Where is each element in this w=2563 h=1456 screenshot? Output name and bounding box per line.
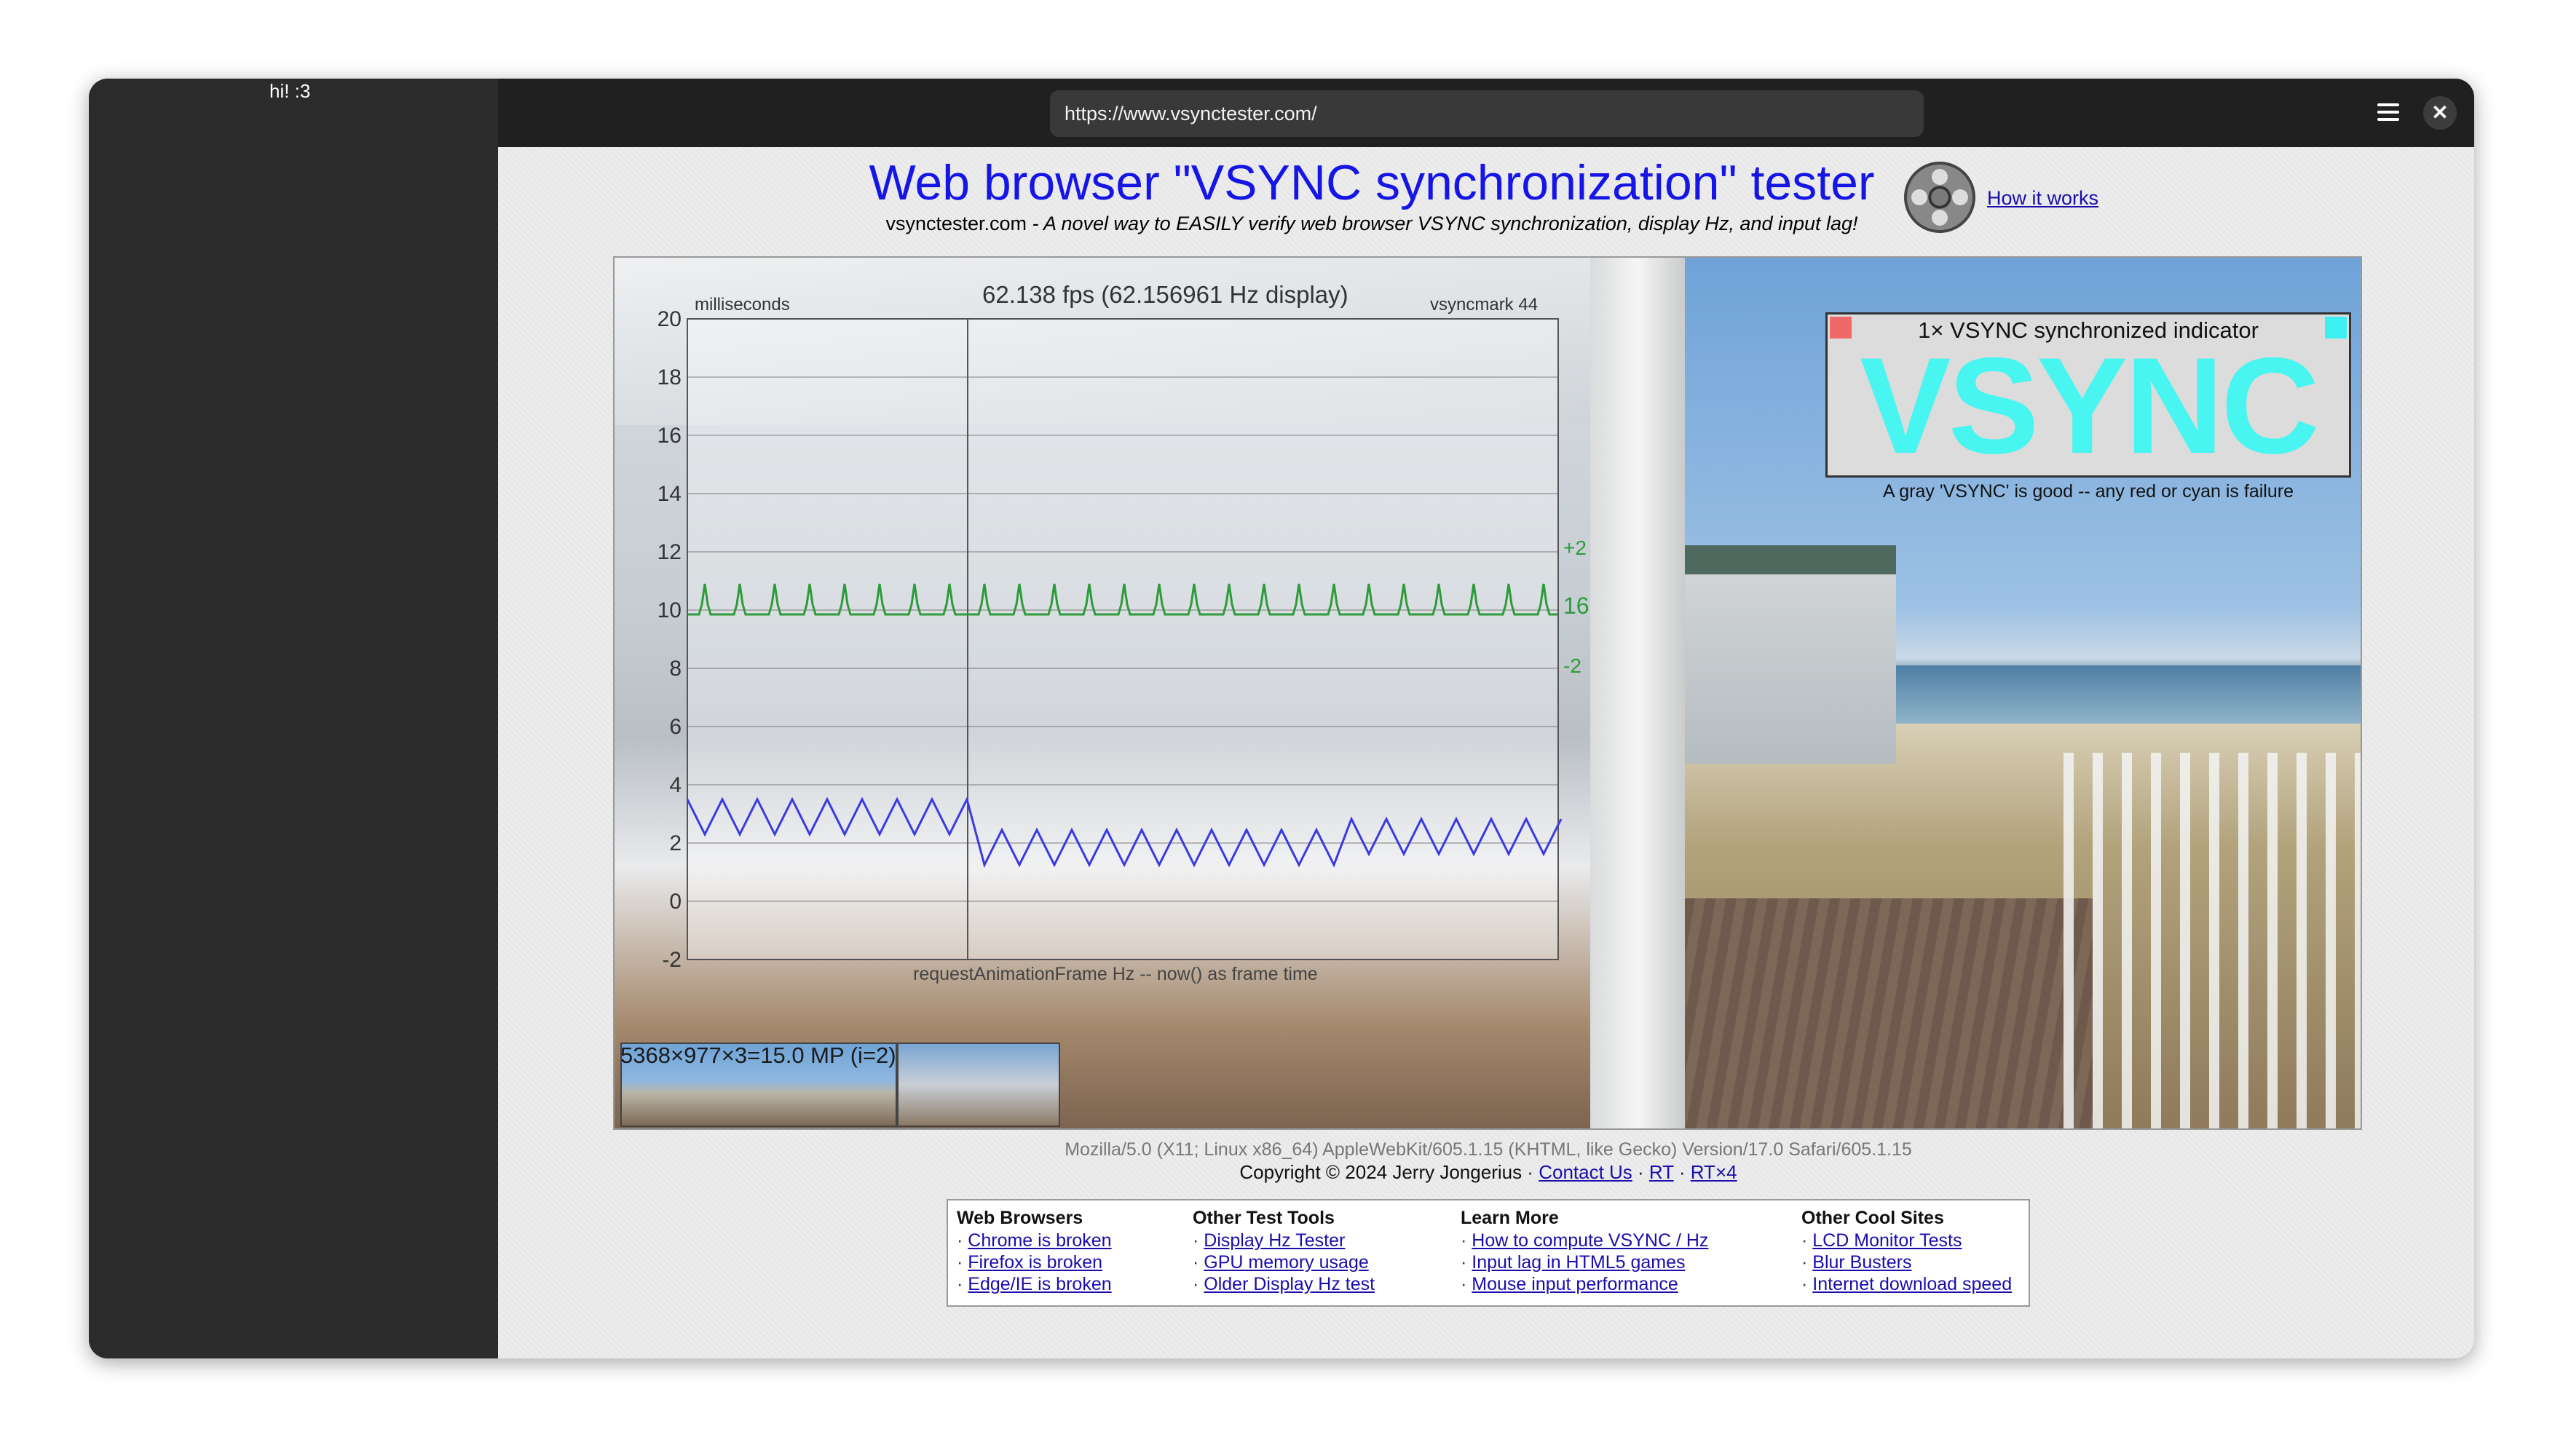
browser-window: hi! :3 https://www.vsynctester.com/ ✕ We… bbox=[89, 79, 2474, 1358]
column-heading: Web Browsers bbox=[957, 1208, 1083, 1228]
y-tick-label: 20 bbox=[657, 307, 682, 331]
graph-y-ticks: 20181614121086420-2 bbox=[657, 307, 682, 972]
green-plus-label: +2 bbox=[1563, 537, 1587, 559]
y-tick-label: 10 bbox=[657, 598, 682, 622]
web-browsers-column: Web Browsers · Chrome is broken · Firefo… bbox=[957, 1208, 1112, 1294]
column-heading: Learn More bbox=[1461, 1208, 1559, 1228]
y-tick-label: 6 bbox=[669, 715, 682, 739]
copyright-line: Copyright © 2024 Jerry Jongerius · Conta… bbox=[498, 1161, 2474, 1184]
address-bar[interactable]: https://www.vsynctester.com/ bbox=[1050, 90, 1924, 137]
sidebar: hi! :3 bbox=[89, 79, 498, 1358]
hamburger-menu-icon[interactable] bbox=[2374, 99, 2403, 128]
edge-broken-link[interactable]: Edge/IE is broken bbox=[968, 1274, 1111, 1294]
film-reel-icon bbox=[1904, 162, 1975, 233]
chrome-broken-link[interactable]: Chrome is broken bbox=[968, 1230, 1111, 1251]
compute-vsync-link[interactable]: How to compute VSYNC / Hz bbox=[1472, 1230, 1708, 1251]
browser-toolbar: https://www.vsynctester.com/ ✕ bbox=[498, 79, 2474, 147]
sidebar-text: hi! :3 bbox=[269, 80, 311, 102]
page-subtitle: vsynctester.com - A novel way to EASILY … bbox=[498, 213, 2246, 235]
fps-readout: 62.138 fps (62.156961 Hz display) bbox=[982, 281, 1348, 308]
firefox-broken-link[interactable]: Firefox is broken bbox=[968, 1252, 1102, 1273]
cool-sites-column: Other Cool Sites · LCD Monitor Tests · B… bbox=[1801, 1208, 2013, 1294]
photo-post bbox=[1590, 258, 1685, 1128]
separator: · bbox=[1632, 1161, 1649, 1183]
vsyncmark-label: vsyncmark 44 bbox=[1430, 295, 1538, 314]
other-tools-column: Other Test Tools · Display Hz Tester · G… bbox=[1193, 1208, 1375, 1294]
y-tick-label: 14 bbox=[657, 482, 682, 506]
green-minus-label: -2 bbox=[1563, 654, 1581, 677]
web-page: Web browser "VSYNC synchronization" test… bbox=[498, 147, 2474, 1358]
lcd-monitor-link[interactable]: LCD Monitor Tests bbox=[1812, 1230, 1962, 1251]
column-heading: Other Test Tools bbox=[1193, 1208, 1335, 1228]
vsync-big-text: VSYNC bbox=[1860, 329, 2320, 482]
older-hz-test-link[interactable]: Older Display Hz test bbox=[1204, 1274, 1375, 1294]
y-tick-label: 8 bbox=[669, 657, 682, 681]
photo-railing bbox=[2064, 753, 2361, 1128]
subtitle-description: - A novel way to EASILY verify web brows… bbox=[1027, 213, 1858, 234]
vsync-note: A gray 'VSYNC' is good -- any red or cya… bbox=[1883, 481, 2294, 502]
y-tick-label: 0 bbox=[669, 890, 682, 914]
thumbnail-label: 5368×977×3=15.0 MP (i=2) bbox=[620, 1042, 896, 1068]
display-hz-tester-link[interactable]: Display Hz Tester bbox=[1204, 1230, 1345, 1251]
photo-deck bbox=[1685, 898, 2093, 1128]
user-agent-string: Mozilla/5.0 (X11; Linux x86_64) AppleWeb… bbox=[1065, 1139, 1912, 1160]
separator: · bbox=[1673, 1161, 1691, 1183]
y-tick-label: 2 bbox=[669, 831, 682, 855]
subtitle-site: vsynctester.com bbox=[885, 213, 1027, 234]
page-title: Web browser "VSYNC synchronization" test… bbox=[869, 155, 1875, 210]
input-lag-link[interactable]: Input lag in HTML5 games bbox=[1472, 1252, 1685, 1273]
learn-more-column: Learn More · How to compute VSYNC / Hz ·… bbox=[1461, 1208, 1709, 1294]
rt-link[interactable]: RT bbox=[1649, 1161, 1674, 1183]
photo-house bbox=[1685, 545, 1896, 764]
rt4-link[interactable]: RT×4 bbox=[1691, 1161, 1737, 1183]
blur-busters-link[interactable]: Blur Busters bbox=[1812, 1252, 1911, 1273]
gpu-memory-link[interactable]: GPU memory usage bbox=[1204, 1252, 1368, 1273]
links-table: Web Browsers · Chrome is broken · Firefo… bbox=[947, 1199, 2030, 1307]
column-heading: Other Cool Sites bbox=[1801, 1208, 1944, 1228]
contact-us-link[interactable]: Contact Us bbox=[1539, 1161, 1632, 1183]
download-speed-link[interactable]: Internet download speed bbox=[1812, 1274, 2012, 1294]
y-tick-label: 12 bbox=[657, 540, 682, 564]
y-unit-label: milliseconds bbox=[695, 295, 790, 314]
thumbnail-2[interactable] bbox=[897, 1042, 1060, 1127]
close-icon[interactable]: ✕ bbox=[2423, 96, 2457, 130]
y-tick-label: 4 bbox=[669, 773, 682, 797]
test-viewport: 20 18 16 14 12 10 8 6 4 2 0 -2 62.138 fps (62.15696… bbox=[613, 256, 2362, 1130]
y-tick-label: -2 bbox=[662, 948, 682, 972]
vsync-indicator: 1× VSYNC synchronized indicator VSYNC bbox=[1825, 312, 2351, 478]
mouse-input-link[interactable]: Mouse input performance bbox=[1472, 1274, 1678, 1294]
y-tick-label: 18 bbox=[657, 365, 682, 389]
green-value-label: 16.088303 bbox=[1563, 593, 1590, 619]
how-it-works-link[interactable]: How it works bbox=[1987, 187, 2098, 210]
graph-bottom-label: requestAnimationFrame Hz -- now() as fra… bbox=[913, 964, 1318, 984]
y-tick-label: 16 bbox=[657, 424, 682, 448]
timing-graph: 20181614121086420-2 62.138 fps (62.15696… bbox=[657, 281, 1590, 984]
copyright-text: Copyright © 2024 Jerry Jongerius · bbox=[1239, 1161, 1539, 1183]
